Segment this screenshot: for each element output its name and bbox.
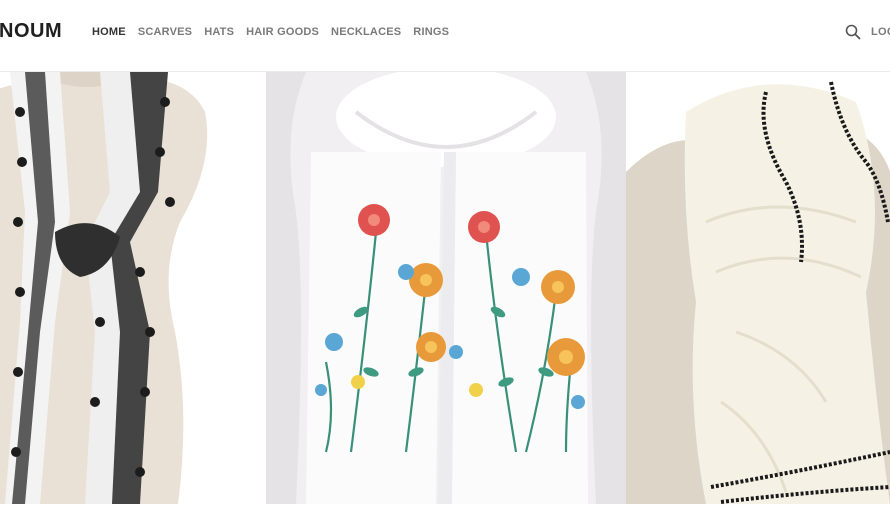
nav-item-necklaces[interactable]: NECKLACES <box>331 25 401 39</box>
nav-item-hats[interactable]: HATS <box>204 25 234 39</box>
search-icon[interactable] <box>845 24 861 40</box>
nav-item-hair-goods[interactable]: HAIR GOODS <box>246 25 319 39</box>
page-footer-strip <box>0 504 890 530</box>
main-nav: HOME SCARVES HATS HAIR GOODS NECKLACES R… <box>92 25 461 39</box>
site-header: NOUM HOME SCARVES HATS HAIR GOODS NECKLA… <box>0 0 890 72</box>
product-image-cream-scarf[interactable] <box>626 72 890 504</box>
nav-item-home[interactable]: HOME <box>92 25 126 39</box>
product-image-floral-scarf[interactable] <box>266 72 626 504</box>
nav-item-scarves[interactable]: SCARVES <box>138 25 192 39</box>
product-image-tie-dye-scarf[interactable] <box>0 72 266 504</box>
hero-gallery <box>0 72 890 504</box>
login-link[interactable]: LOGIN <box>871 25 890 39</box>
nav-item-rings[interactable]: RINGS <box>413 25 449 39</box>
brand-logo[interactable]: NOUM <box>0 20 62 42</box>
